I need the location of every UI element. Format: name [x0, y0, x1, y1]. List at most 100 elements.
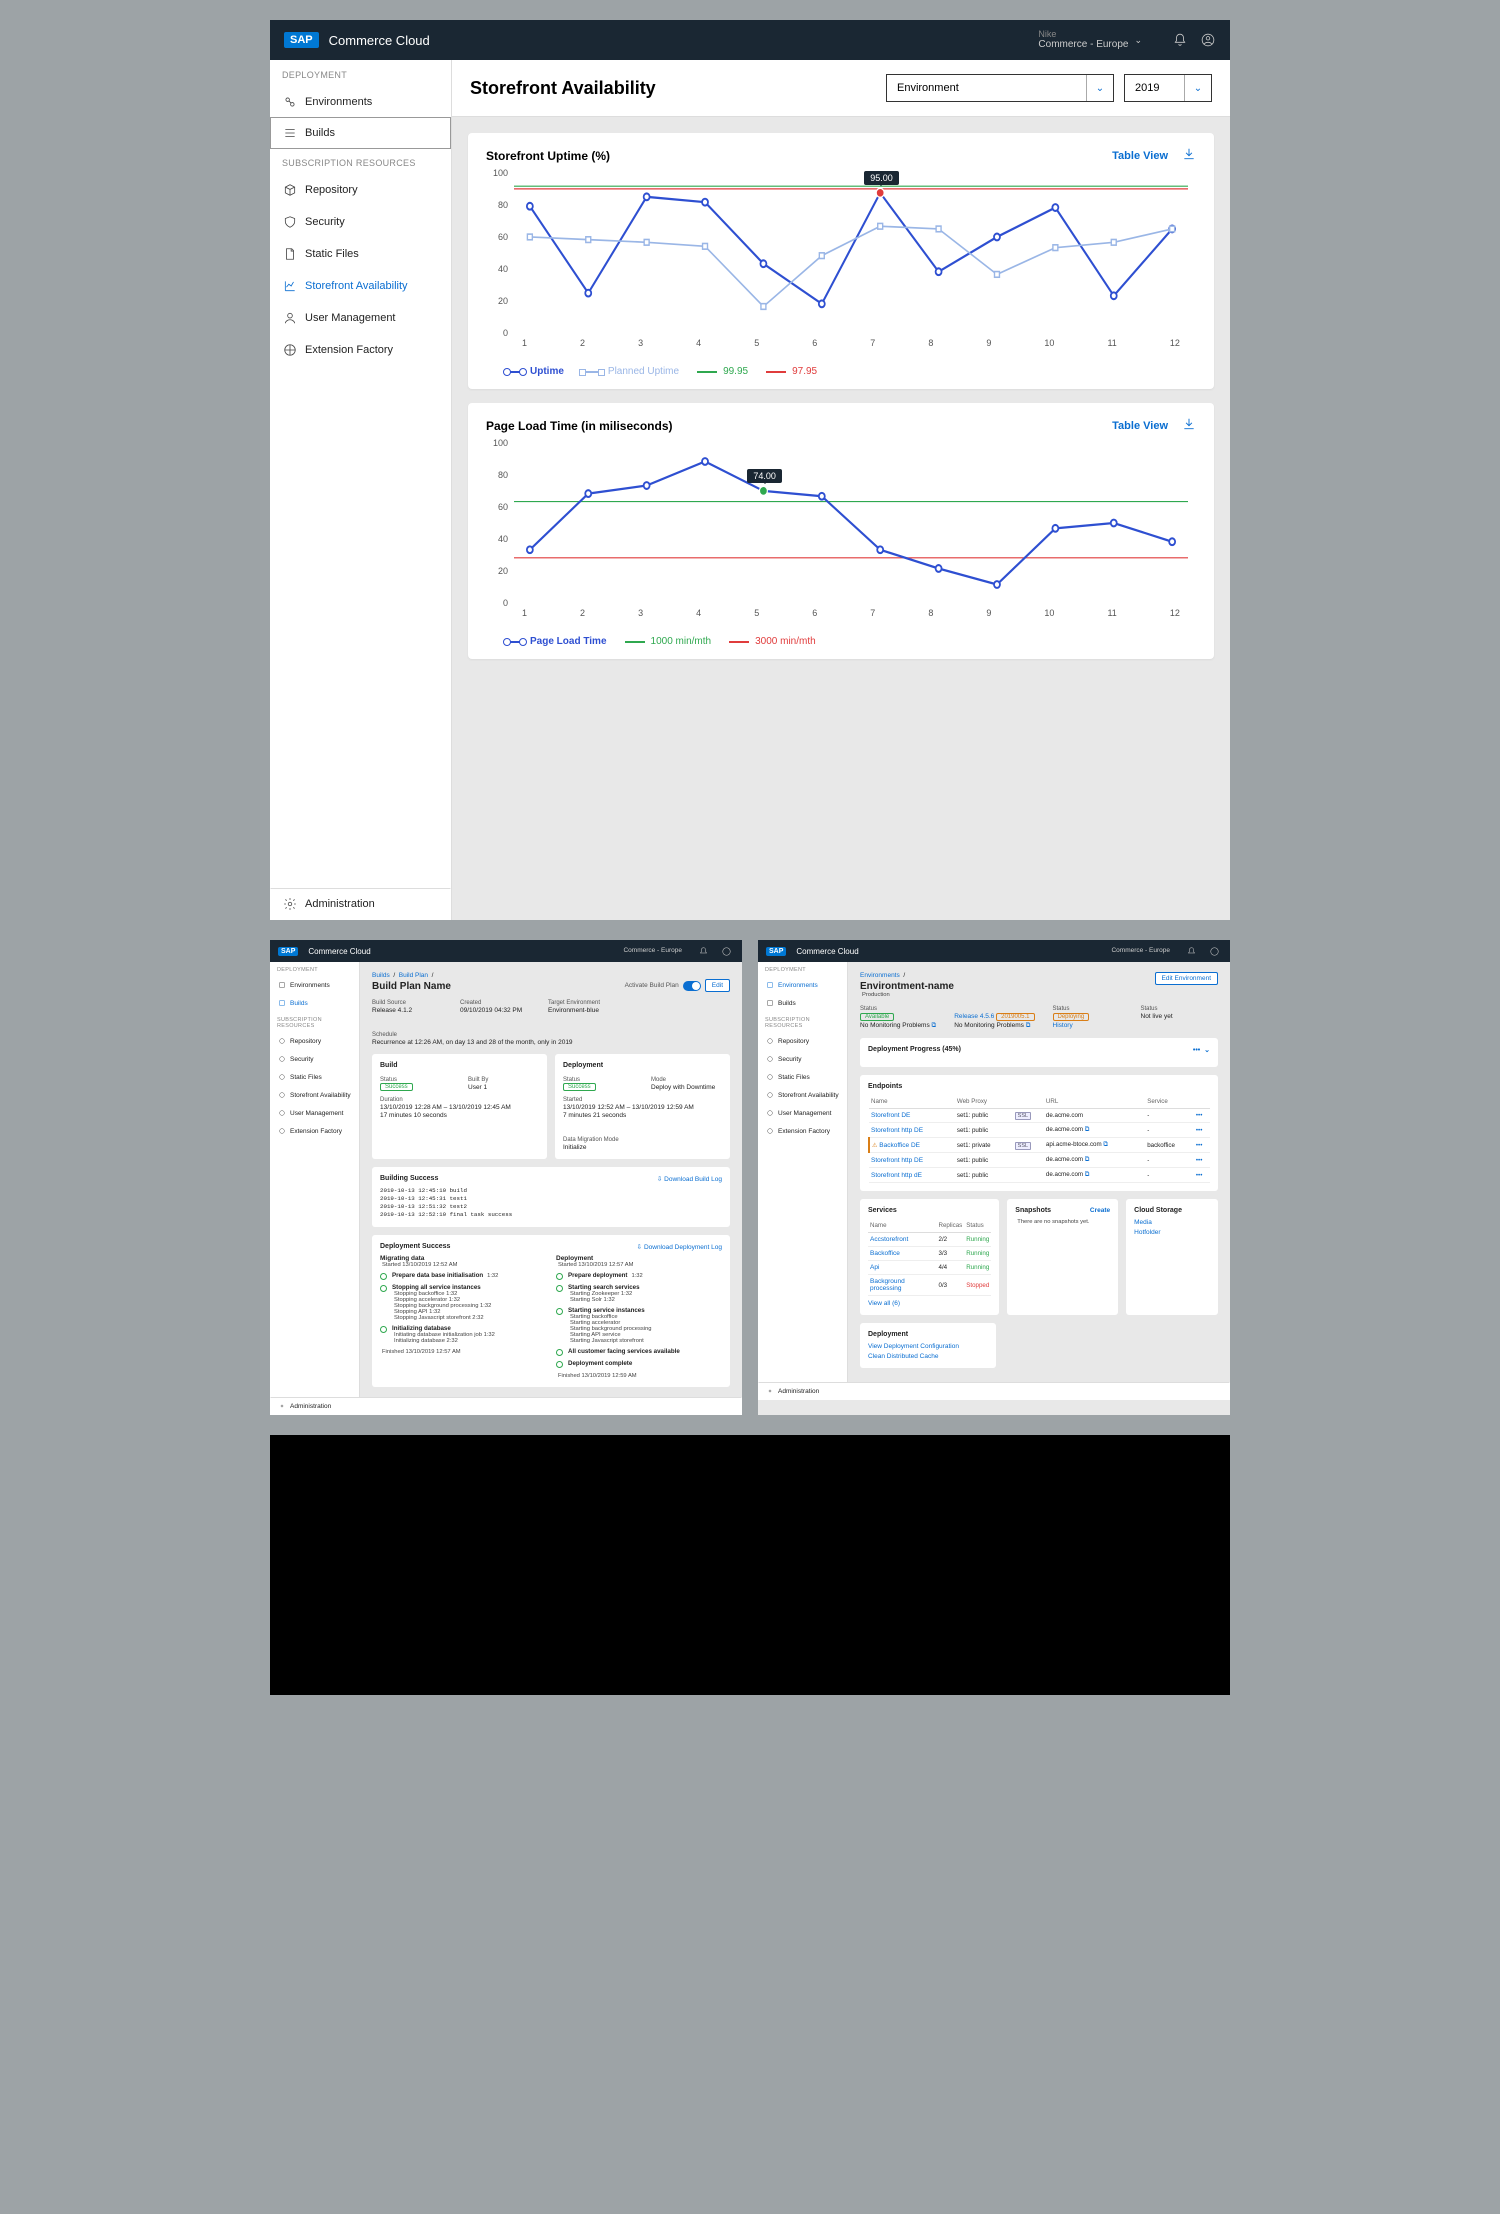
user-icon[interactable] — [1206, 943, 1222, 959]
sidebar-item-repository[interactable]: Repository — [270, 174, 451, 206]
thumb-build-plan: SAP Commerce Cloud Commerce - Europe DEP… — [270, 940, 742, 1415]
sidebar-section-deployment: DEPLOYMENT — [270, 60, 451, 86]
bell-icon[interactable] — [1172, 32, 1188, 48]
sidebar-item[interactable]: Environments — [758, 976, 847, 994]
view-all-link[interactable]: View all (6) — [868, 1300, 991, 1307]
deploy-link[interactable]: View Deployment Configuration — [868, 1343, 988, 1350]
bell-icon[interactable] — [695, 943, 711, 959]
sidebar-item[interactable]: User Management — [270, 1104, 359, 1122]
table-view-link[interactable]: Table View — [1112, 150, 1168, 162]
edit-environment-button[interactable]: Edit Environment — [1155, 972, 1219, 985]
table-row[interactable]: Storefront DEset1: publicSSLde.acme.com … — [869, 1109, 1210, 1123]
sidebar-section-subscription: SUBSCRIPTION RESOURCES — [270, 148, 451, 174]
user-icon[interactable] — [718, 943, 734, 959]
table-row[interactable]: Storefront http DEset1: publicde.acme.co… — [869, 1123, 1210, 1138]
sidebar-item-administration[interactable]: Administration — [270, 1397, 742, 1415]
edit-button[interactable]: Edit — [705, 979, 730, 992]
download-build-log-link[interactable]: ⇩ Download Build Log — [657, 1175, 722, 1183]
environment-select[interactable]: Environment ⌄ — [886, 74, 1114, 102]
download-deployment-log-link[interactable]: ⇩ Download Deployment Log — [637, 1243, 722, 1251]
bell-icon[interactable] — [1183, 943, 1199, 959]
cloud-storage-card: Cloud Storage MediaHotfolder — [1126, 1199, 1218, 1315]
sidebar-item-security[interactable]: Security — [270, 206, 451, 238]
sidebar-item[interactable]: Storefront Availability — [758, 1086, 847, 1104]
sidebar-item[interactable]: Builds — [270, 994, 359, 1012]
download-icon[interactable] — [1182, 147, 1196, 164]
uptime-chart: 100806040200 95.00 123456789101112 — [486, 168, 1196, 358]
more-icon[interactable]: ••• ⌄ — [1193, 1046, 1210, 1054]
sidebar: DEPLOYMENT Environments Builds SUBSCRIPT… — [270, 60, 452, 920]
shield-icon — [283, 215, 297, 229]
sidebar-item-extension-factory[interactable]: Extension Factory — [270, 334, 451, 366]
sidebar-item-static-files[interactable]: Static Files — [270, 238, 451, 270]
services-card: Services NameReplicasStatusAccstorefront… — [860, 1199, 999, 1315]
sidebar-item-builds[interactable]: Builds — [270, 117, 451, 149]
tenant-selector[interactable]: Commerce - Europe — [623, 947, 682, 954]
loadtime-legend: Page Load Time 1000 min/mth 3000 min/mth — [486, 636, 1196, 647]
sap-logo: SAP — [284, 32, 319, 48]
table-row[interactable]: Accstorefront2/2Running — [868, 1233, 991, 1247]
page-title: Build Plan Name — [372, 981, 451, 992]
sidebar-item[interactable]: Security — [270, 1050, 359, 1068]
sidebar-item[interactable]: Environments — [270, 976, 359, 994]
page-header: Storefront Availability Environment ⌄ 20… — [452, 60, 1230, 117]
user-icon — [283, 311, 297, 325]
sidebar-item[interactable]: Static Files — [758, 1068, 847, 1086]
tenant-selector[interactable]: Nike Commerce - Europe — [1038, 30, 1128, 51]
gear-icon — [283, 897, 297, 911]
deployment-progress-card: Deployment Progress (45%) ••• ⌄ — [860, 1038, 1218, 1067]
cloud-link[interactable]: Hotfolder — [1134, 1229, 1210, 1236]
sidebar-item[interactable]: Storefront Availability — [270, 1086, 359, 1104]
sidebar-item-user-management[interactable]: User Management — [270, 302, 451, 334]
chart-title: Page Load Time (in miliseconds) — [486, 419, 1112, 433]
extension-icon — [283, 343, 297, 357]
tenant-selector[interactable]: Commerce - Europe — [1111, 947, 1170, 954]
download-icon[interactable] — [1182, 417, 1196, 434]
sidebar-item[interactable]: Builds — [758, 994, 847, 1012]
deployment-success-card: ⇩ Download Deployment Log Deployment Suc… — [372, 1235, 730, 1387]
user-icon[interactable] — [1200, 32, 1216, 48]
sidebar-item[interactable]: Security — [758, 1050, 847, 1068]
sidebar-item-administration[interactable]: Administration — [270, 888, 451, 920]
sidebar-item-environments[interactable]: Environments — [270, 86, 451, 118]
sidebar-item[interactable]: Static Files — [270, 1068, 359, 1086]
file-icon — [283, 247, 297, 261]
cloud-link[interactable]: Media — [1134, 1219, 1210, 1226]
table-row[interactable]: Storefront http DEset1: publicde.acme.co… — [869, 1153, 1210, 1168]
sidebar-item[interactable]: Extension Factory — [270, 1122, 359, 1140]
activate-label: Activate Build Plan — [625, 982, 679, 989]
chart-icon — [283, 279, 297, 293]
breadcrumb[interactable]: Builds / Build Plan / — [372, 972, 730, 979]
deployment-links-card: Deployment View Deployment Configuration… — [860, 1323, 996, 1368]
page-title: Storefront Availability — [470, 78, 876, 99]
sidebar-item-storefront-availability[interactable]: Storefront Availability — [270, 270, 451, 302]
table-row[interactable]: Background processing0/3Stopped — [868, 1275, 991, 1296]
table-row[interactable]: Api4/4Running — [868, 1261, 991, 1275]
table-row[interactable]: Storefront http dEset1: publicde.acme.co… — [869, 1168, 1210, 1183]
tenant-chevron-icon[interactable]: ⌄ — [1134, 35, 1142, 46]
deploy-link[interactable]: Clean Distributed Cache — [868, 1353, 988, 1360]
sidebar-item[interactable]: User Management — [758, 1104, 847, 1122]
sap-logo: SAP — [278, 947, 298, 956]
chevron-down-icon[interactable]: ⌄ — [1087, 83, 1113, 94]
create-snapshot-link[interactable]: Create — [1090, 1207, 1110, 1214]
thumb-environment: SAP Commerce Cloud Commerce - Europe DEP… — [758, 940, 1230, 1415]
sidebar-item[interactable]: Repository — [758, 1032, 847, 1050]
loadtime-chart: 100806040200 74.00 123456789101112 — [486, 438, 1196, 628]
sap-logo: SAP — [766, 947, 786, 956]
sidebar-item-administration[interactable]: Administration — [758, 1382, 1230, 1400]
deployment-card: Deployment StatusSuccess ModeDeploy with… — [555, 1054, 730, 1159]
app-header: SAP Commerce Cloud Nike Commerce - Europ… — [270, 20, 1230, 60]
table-view-link[interactable]: Table View — [1112, 420, 1168, 432]
chevron-down-icon[interactable]: ⌄ — [1185, 83, 1211, 94]
year-select[interactable]: 2019 ⌄ — [1124, 74, 1212, 102]
environments-icon — [283, 95, 297, 109]
table-row[interactable]: ⚠ Backoffice DEset1: privateSSLapi.acme-… — [869, 1138, 1210, 1153]
table-row[interactable]: Backoffice3/3Running — [868, 1247, 991, 1261]
building-success-card: ⇩ Download Build Log Building Success 20… — [372, 1167, 730, 1227]
endpoints-card: Endpoints NameWeb ProxyURLServiceStorefr… — [860, 1075, 1218, 1191]
thumbnails-row: SAP Commerce Cloud Commerce - Europe DEP… — [270, 940, 1230, 1435]
sidebar-item[interactable]: Extension Factory — [758, 1122, 847, 1140]
activate-toggle[interactable] — [683, 981, 701, 991]
sidebar-item[interactable]: Repository — [270, 1032, 359, 1050]
